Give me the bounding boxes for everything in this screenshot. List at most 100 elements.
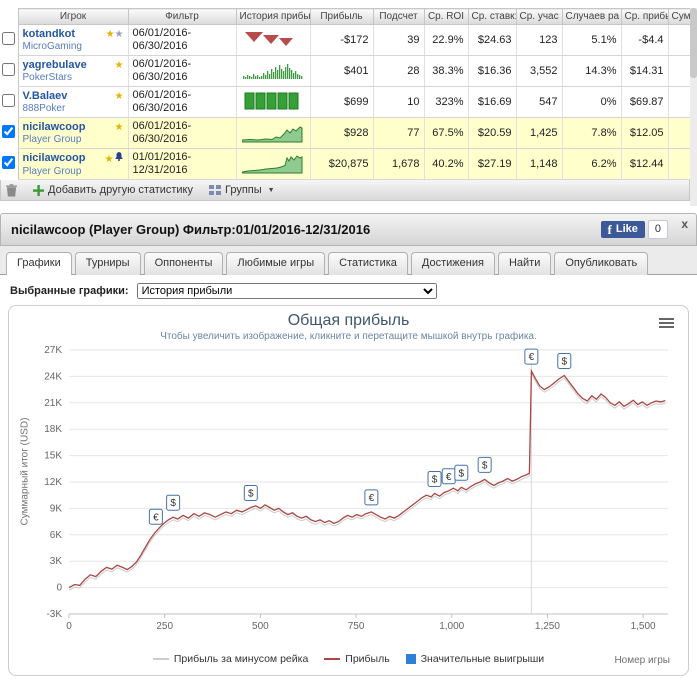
cell-sum [668, 86, 691, 118]
panel-title: nicilawcoop (Player Group) Фильтр:01/01/… [11, 222, 371, 237]
sparkline-blocks-icon [244, 92, 299, 109]
player-site-link[interactable]: MicroGaming [23, 41, 124, 52]
close-icon[interactable]: x [681, 217, 688, 231]
svg-text:24K: 24K [44, 371, 62, 382]
svg-text:1,250: 1,250 [535, 621, 560, 632]
player-link[interactable]: nicilawcoop [23, 152, 86, 164]
player-link[interactable]: kotandkot [23, 28, 76, 40]
tab-оппоненты[interactable]: Оппоненты [143, 252, 224, 275]
cell-entrants: 1,148 [516, 148, 563, 180]
tab-опубликовать[interactable]: Опубликовать [554, 252, 649, 275]
chart-menu-icon[interactable] [659, 316, 674, 330]
cell-stake: $24.63 [468, 24, 517, 56]
column-header[interactable]: Фильтр [128, 8, 237, 25]
add-statistic-label: Добавить другую статистику [48, 184, 193, 196]
cell-count: 39 [373, 24, 425, 56]
cell-count: 1,678 [373, 148, 425, 180]
svg-text:500: 500 [252, 621, 269, 632]
player-cell: yagrebulave ★ PokerStars [17, 55, 129, 87]
tab-турниры[interactable]: Турниры [74, 252, 141, 275]
column-header[interactable]: История прибы [236, 8, 311, 25]
sparkline-bars-icon [243, 63, 303, 79]
trash-icon[interactable] [6, 183, 17, 197]
cell-stake: $16.36 [468, 55, 517, 87]
player-site-link[interactable]: 888Poker [23, 103, 124, 114]
svg-text:€: € [446, 472, 452, 483]
svg-text:$: $ [248, 489, 254, 500]
facebook-like-button[interactable]: f Like [600, 221, 645, 238]
table-row: V.Balaev ★ 888Poker 06/01/2016-06/30/2016 $6… [0, 86, 691, 118]
table-row: nicilawcoop ★ Player Group 01/01/2016-12/31… [0, 148, 691, 180]
cell-overlay: 6.2% [562, 148, 622, 180]
player-site-link[interactable]: PokerStars [23, 72, 124, 83]
svg-text:€: € [529, 352, 535, 363]
profit-history-cell [236, 24, 311, 56]
player-site-link[interactable]: Player Group [23, 166, 124, 177]
column-header[interactable]: Ср. ROI [424, 8, 469, 25]
gold-star-icon: ★ [114, 122, 124, 133]
table-scrollbar[interactable] [690, 8, 697, 206]
chart-selector-label: Выбранные графики: [10, 285, 129, 297]
tab-найти[interactable]: Найти [497, 252, 552, 275]
column-header[interactable]: Ср. прибы [621, 8, 669, 25]
chart-footer: Прибыль за минусом рейка Прибыль Значитель… [13, 653, 684, 671]
cell-avg_profit: $69.87 [621, 86, 669, 118]
row-select-checkbox[interactable] [2, 94, 16, 107]
player-link[interactable]: yagrebulave [23, 59, 87, 71]
cell-roi: 22.9% [424, 24, 469, 56]
svg-text:3K: 3K [50, 556, 63, 567]
cell-roi: 38.3% [424, 55, 469, 87]
svg-text:250: 250 [156, 621, 173, 632]
tab-графики[interactable]: Графики [6, 252, 72, 275]
filter-cell: 06/01/2016-06/30/2016 [128, 55, 237, 87]
chart-panel: Общая прибыль Чтобы увеличить изображени… [8, 305, 689, 676]
player-link[interactable]: nicilawcoop [23, 121, 86, 133]
player-site-link[interactable]: Player Group [23, 134, 124, 145]
column-header[interactable]: Сумм [668, 8, 691, 25]
tab-статистика[interactable]: Статистика [328, 252, 408, 275]
player-cell: V.Balaev ★ 888Poker [17, 86, 129, 118]
tab-достижения[interactable]: Достижения [410, 252, 495, 275]
add-statistic-button[interactable]: Добавить другую статистику [33, 184, 193, 196]
row-select-checkbox[interactable] [2, 125, 16, 138]
column-header[interactable]: Прибыль [310, 8, 374, 25]
filter-cell: 06/01/2016-06/30/2016 [128, 117, 237, 149]
filter-cell: 06/01/2016-06/30/2016 [128, 24, 237, 56]
svg-text:-3K: -3K [46, 609, 62, 620]
cell-stake: $27.19 [468, 148, 517, 180]
row-select-checkbox[interactable] [2, 63, 16, 76]
cell-roi: 67.5% [424, 117, 469, 149]
legend-item[interactable]: Прибыль за минусом рейка [152, 653, 308, 665]
legend-item[interactable]: Значительные выигрыши [405, 653, 545, 665]
column-header[interactable]: Ср. учас [516, 8, 563, 25]
cell-avg_profit: $12.44 [621, 148, 669, 180]
cell-overlay: 5.1% [562, 24, 622, 56]
legend-item[interactable]: Прибыль [324, 653, 390, 665]
cell-profit: $20,875 [310, 148, 374, 180]
profit-chart[interactable]: -3K 0 3K 6K 9K 12K 15K 18K 21K 24K 27K 0 250 500 750 1,… [13, 342, 682, 648]
player-link[interactable]: V.Balaev [23, 90, 68, 102]
grid-icon [209, 184, 221, 196]
row-select-checkbox[interactable] [2, 156, 16, 169]
chart-type-select[interactable]: История прибыли [136, 283, 437, 299]
column-header[interactable]: Игрок [17, 8, 129, 25]
groups-button[interactable]: Группы ▼ [209, 184, 275, 196]
cell-entrants: 123 [516, 24, 563, 56]
cell-avg_profit: $12.05 [621, 117, 669, 149]
cell-roi: 323% [424, 86, 469, 118]
chart-title: Общая прибыль [287, 312, 410, 329]
column-header[interactable]: Ср. ставк: [468, 8, 517, 25]
cell-avg_profit: -$4.4 [621, 24, 669, 56]
svg-text:21K: 21K [44, 398, 62, 409]
svg-text:0: 0 [56, 583, 62, 594]
legend-label: Значительные выигрыши [420, 653, 545, 665]
column-header[interactable]: Подсчет [373, 8, 425, 25]
player-stats-table: Игрок Фильтр История прибы Прибыль Подсчет Ср… [0, 8, 691, 180]
legend-label: Прибыль [345, 653, 390, 665]
column-header[interactable]: Случаев ра [562, 8, 622, 25]
stats-section: Игрок Фильтр История прибы Прибыль Подсчет Ср… [0, 0, 697, 206]
tab-любимые игры[interactable]: Любимые игры [226, 252, 326, 275]
legend-swatch [152, 658, 169, 660]
cell-profit: $401 [310, 55, 374, 87]
row-select-checkbox[interactable] [2, 32, 16, 45]
